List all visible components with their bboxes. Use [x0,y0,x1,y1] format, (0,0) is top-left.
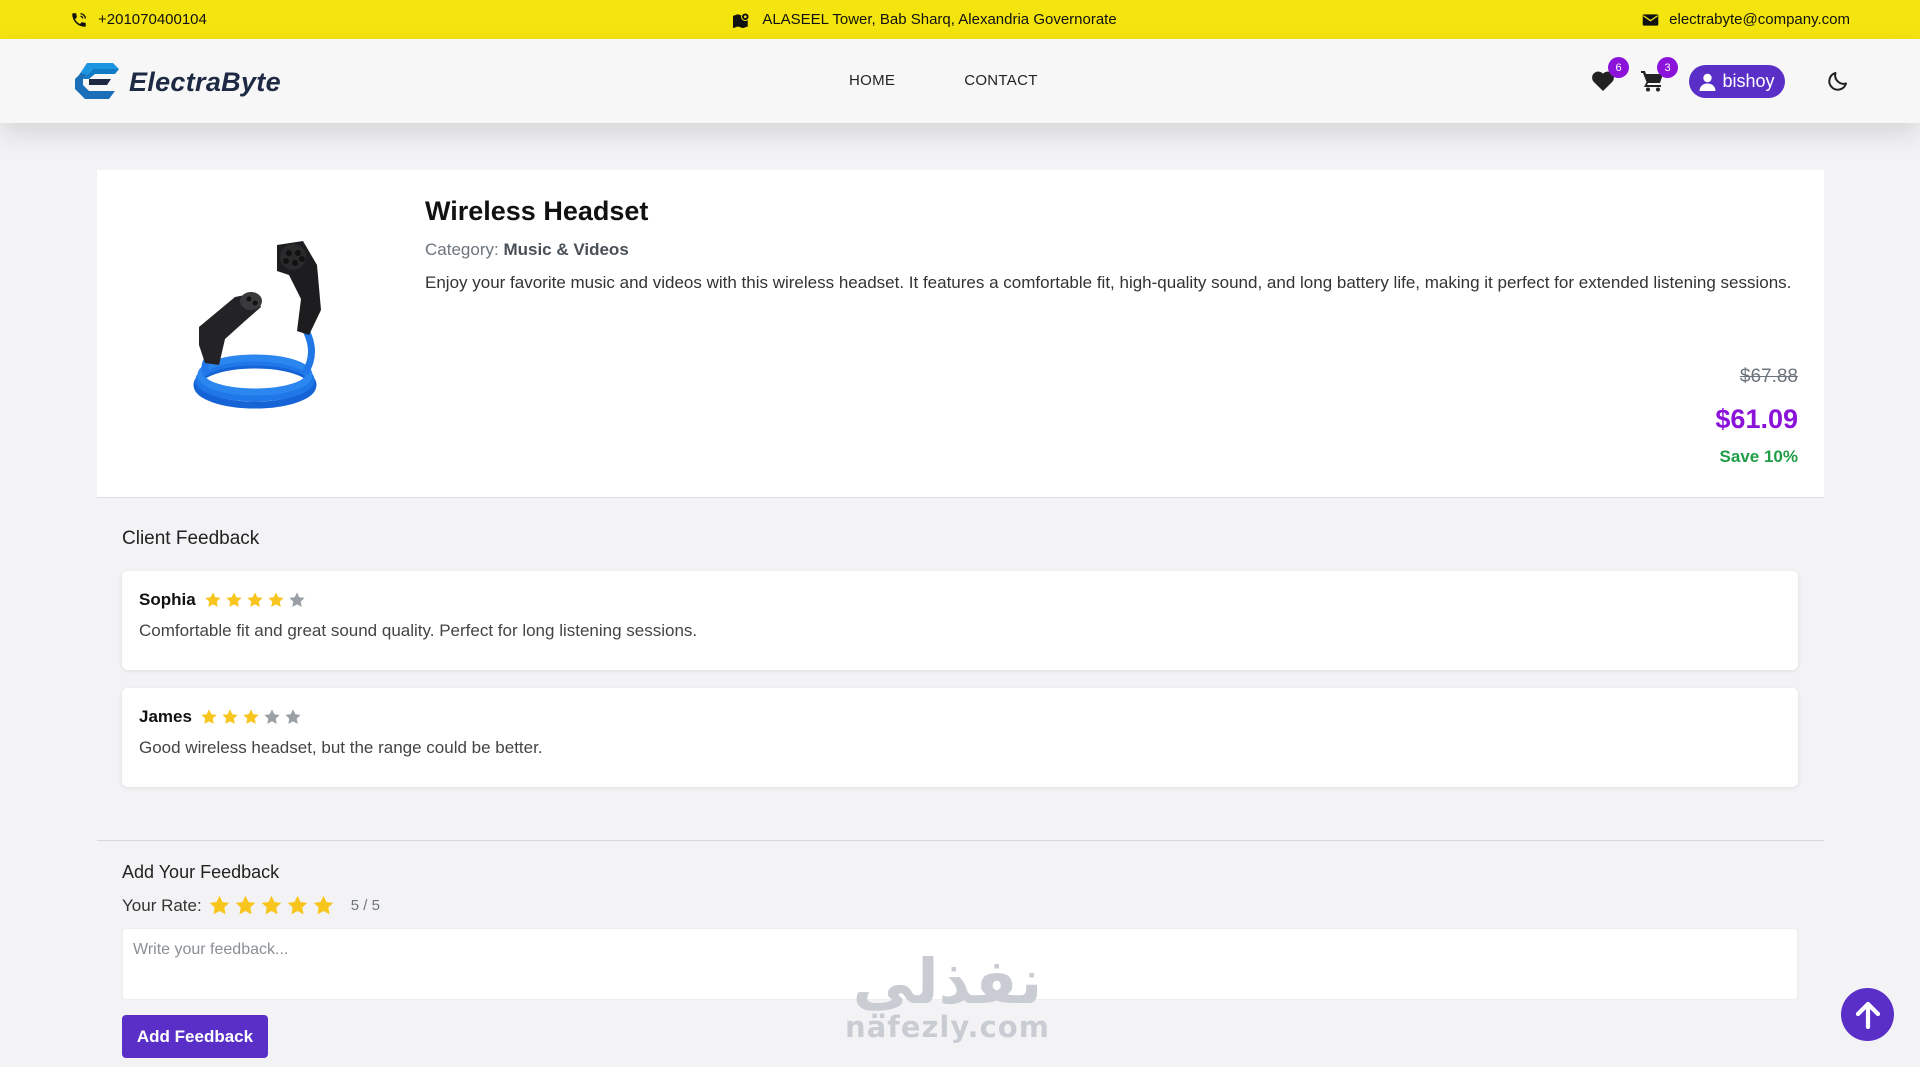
star-filled-icon[interactable] [260,894,283,917]
rating-input-row: Your Rate: 5 / 5 [122,894,380,917]
add-feedback-button[interactable]: Add Feedback [122,1015,268,1058]
product-image [185,235,335,420]
email-text: electrabyte@company.com [1669,11,1850,28]
star-filled-icon [268,592,284,607]
review-text: Comfortable fit and great sound quality.… [139,621,698,640]
star-empty-icon [285,709,301,724]
review-rating [200,708,302,726]
product-details-card: Wireless Headset Category: Music & Video… [97,170,1824,498]
rate-label: Your Rate: [122,895,202,915]
client-feedback-heading: Client Feedback [122,528,260,549]
nav-links: HOME CONTACT [849,72,1038,89]
star-filled-icon [226,592,242,607]
product-category: Category: Music & Videos [425,240,629,260]
product-description: Enjoy your favorite music and videos wit… [425,273,1792,292]
user-account-button[interactable]: bishoy [1689,65,1785,98]
watermark-arabic: نفذلي [852,945,1043,1018]
star-filled-icon[interactable] [234,894,257,917]
email-contact[interactable]: electrabyte@company.com [1642,11,1850,28]
watermark-latin: nafezly.com [845,1010,1050,1044]
brand-logo[interactable]: ElectraByte [73,61,281,103]
star-filled-icon [247,592,263,607]
map-location-icon [733,11,750,28]
cart-button[interactable]: 3 [1640,57,1678,96]
review-card: James Good wireless headset, but the ran… [122,688,1798,787]
section-divider [97,840,1824,841]
category-label: Category: [425,240,499,259]
product-title: Wireless Headset [425,196,649,226]
star-filled-icon [243,709,259,724]
review-rating [204,591,306,609]
main-navbar: ElectraByte HOME CONTACT 6 3 bishoy [0,39,1920,123]
user-icon [1699,73,1716,91]
review-header: James [139,707,302,727]
envelope-icon [1642,13,1659,26]
review-header: Sophia [139,590,306,610]
moon-icon [1828,72,1847,91]
add-feedback-heading: Add Your Feedback [122,862,280,882]
discount-label: Save 10% [1719,447,1798,466]
phone-number: +201070400104 [98,11,207,28]
scroll-to-top-button[interactable] [1841,988,1894,1041]
star-filled-icon [222,709,238,724]
star-filled-icon [201,709,217,724]
watermark: نفذلي nafezly.com [845,945,1050,1045]
star-empty-icon [289,592,305,607]
star-empty-icon [264,709,280,724]
star-filled-icon [205,592,221,607]
review-text: Good wireless headset, but the range cou… [139,738,543,757]
old-price: $67.88 [1739,366,1798,387]
electrabyte-logo-icon [75,63,119,99]
star-filled-icon[interactable] [312,894,335,917]
dark-mode-toggle[interactable] [1826,69,1850,98]
category-value: Music & Videos [503,240,629,259]
rating-star-input[interactable] [208,894,335,917]
phone-contact[interactable]: +201070400104 [70,11,207,29]
reviewer-name: James [139,707,192,726]
review-card: Sophia Comfortable fit and great sound q… [122,571,1798,670]
wishlist-count-badge: 6 [1608,57,1629,78]
rating-value: 5 / 5 [350,897,380,914]
reviewer-name: Sophia [139,590,196,609]
star-filled-icon[interactable] [208,894,231,917]
current-price: $61.09 [1715,404,1798,434]
nav-link-home[interactable]: HOME [849,72,895,89]
arrow-up-icon [1855,1001,1880,1029]
address-contact: ALASEEL Tower, Bab Sharq, Alexandria Gov… [732,11,1117,29]
nav-link-contact[interactable]: CONTACT [964,72,1037,89]
top-info-bar: +201070400104 ALASEEL Tower, Bab Sharq, … [0,0,1920,39]
wishlist-button[interactable]: 6 [1591,57,1629,96]
brand-name: ElectraByte [129,66,281,97]
cart-count-badge: 3 [1657,57,1678,78]
address-text: ALASEEL Tower, Bab Sharq, Alexandria Gov… [762,11,1117,28]
star-filled-icon[interactable] [286,894,309,917]
phone-icon [72,12,87,27]
user-name: bishoy [1722,71,1775,91]
